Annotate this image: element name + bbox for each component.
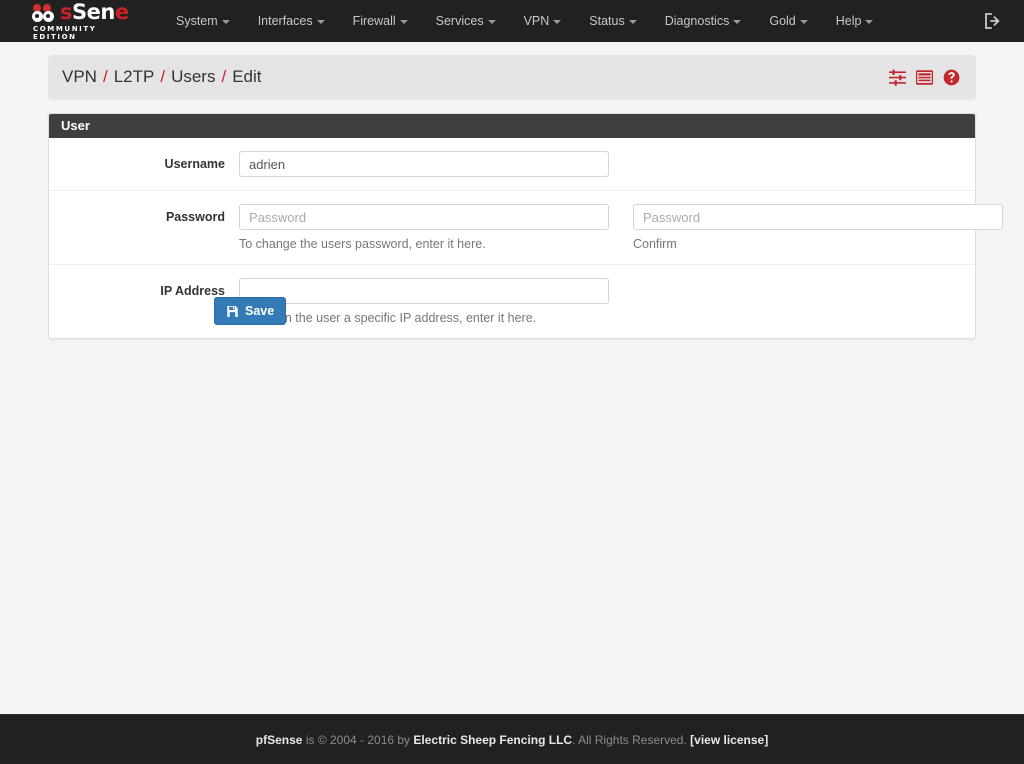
nav-label: Firewall xyxy=(352,14,396,28)
chevron-down-icon xyxy=(799,19,808,24)
chevron-down-icon xyxy=(865,19,874,24)
password-help-text: To change the users password, enter it h… xyxy=(239,237,486,251)
ipaddress-input[interactable] xyxy=(239,278,609,304)
brand-e: e xyxy=(114,0,129,24)
nav-item-firewall[interactable]: Firewall xyxy=(339,0,422,42)
nav-label: Services xyxy=(435,14,484,28)
top-navbar: sSene COMMUNITY EDITION System Interface… xyxy=(0,0,1024,42)
brand-subtitle: COMMUNITY EDITION xyxy=(33,24,97,41)
save-button-label: Save xyxy=(245,304,275,318)
pf-logo-mark xyxy=(32,3,58,23)
nav-label: VPN xyxy=(523,14,550,28)
nav-item-gold[interactable]: Gold xyxy=(755,0,821,42)
breadcrumb: VPN / L2TP / Users / Edit xyxy=(62,67,262,87)
username-field-col xyxy=(239,151,609,177)
nav-item-vpn[interactable]: VPN xyxy=(510,0,576,42)
save-button[interactable]: Save xyxy=(214,297,287,325)
breadcrumb-actions xyxy=(889,69,960,86)
user-panel: User Username Password To change the use… xyxy=(48,113,1003,339)
columns-icon[interactable] xyxy=(916,69,933,86)
footer-rights: . All Rights Reserved. xyxy=(572,732,691,747)
username-label: Username xyxy=(164,157,225,171)
brand-wordmark: sSene xyxy=(60,0,129,24)
form-actions: Save xyxy=(214,297,287,325)
nav-item-system[interactable]: System xyxy=(162,0,244,42)
nav-label: Diagnostics xyxy=(664,14,730,28)
username-fields xyxy=(239,151,975,177)
password-field-col: To change the users password, enter it h… xyxy=(239,204,609,251)
nav-label: Interfaces xyxy=(257,14,313,28)
ipaddress-label: IP Address xyxy=(160,284,225,298)
password-confirm-input[interactable] xyxy=(633,204,1003,230)
nav-label: Status xyxy=(589,14,625,28)
view-license-link[interactable]: view license xyxy=(694,733,764,747)
chevron-down-icon xyxy=(487,19,496,24)
chevron-down-icon xyxy=(399,19,408,24)
nav-item-status[interactable]: Status xyxy=(575,0,650,42)
ipaddress-help-text: To assign the user a specific IP address… xyxy=(239,311,537,325)
password-fields: To change the users password, enter it h… xyxy=(239,204,1009,251)
footer-company: Electric Sheep Fencing LLC xyxy=(413,732,573,747)
chevron-down-icon xyxy=(628,19,637,24)
nav-label: Gold xyxy=(769,14,796,28)
panel-title: User xyxy=(49,114,975,138)
help-circle-icon[interactable] xyxy=(943,69,960,86)
footer-copyright: pfSense is © 2004 - 2016 by Electric She… xyxy=(256,733,768,747)
ipaddress-fields: To assign the user a specific IP address… xyxy=(239,278,975,325)
chevron-down-icon xyxy=(316,19,325,24)
breadcrumb-item-users[interactable]: Users xyxy=(171,67,215,87)
password-label: Password xyxy=(165,210,225,224)
chevron-down-icon xyxy=(221,19,230,24)
brand-en: Sen xyxy=(72,0,115,24)
breadcrumb-separator: / xyxy=(102,67,108,86)
nav-label: System xyxy=(176,14,218,28)
ipaddress-field-col: To assign the user a specific IP address… xyxy=(239,278,609,325)
footer-bracket-close: ] xyxy=(764,732,769,747)
breadcrumb-separator: / xyxy=(221,67,227,86)
floppy-disk-icon xyxy=(227,305,238,317)
page-footer: pfSense is © 2004 - 2016 by Electric She… xyxy=(0,714,1024,764)
nav-item-help[interactable]: Help xyxy=(822,0,888,42)
footer-brand: pfSense xyxy=(255,732,303,747)
sliders-icon[interactable] xyxy=(889,69,906,86)
username-input[interactable] xyxy=(239,151,609,177)
footer-mid: is © 2004 - 2016 by xyxy=(302,732,414,747)
password-confirm-help-text: Confirm xyxy=(633,237,677,251)
navbar-menu: System Interfaces Firewall Services VPN … xyxy=(162,0,887,42)
form-row-ipaddress: IP Address To assign the user a specific… xyxy=(49,265,975,338)
breadcrumb-item-l2tp[interactable]: L2TP xyxy=(114,67,155,87)
password-input[interactable] xyxy=(239,204,609,230)
navbar-right xyxy=(984,12,1002,30)
password-confirm-field-col: Confirm xyxy=(633,204,1003,251)
breadcrumb-separator: / xyxy=(160,67,166,86)
chevron-down-icon xyxy=(733,19,742,24)
breadcrumb-bar: VPN / L2TP / Users / Edit xyxy=(48,55,976,99)
nav-item-services[interactable]: Services xyxy=(422,0,510,42)
breadcrumb-item-edit: Edit xyxy=(232,67,262,86)
breadcrumb-item-vpn[interactable]: VPN xyxy=(62,67,97,87)
nav-label: Help xyxy=(835,14,862,28)
pfsense-logo[interactable]: sSene COMMUNITY EDITION xyxy=(32,0,140,41)
form-row-username: Username xyxy=(49,138,975,191)
nav-item-diagnostics[interactable]: Diagnostics xyxy=(651,0,756,42)
nav-item-interfaces[interactable]: Interfaces xyxy=(244,0,339,42)
chevron-down-icon xyxy=(553,19,562,24)
logout-icon[interactable] xyxy=(984,12,1002,30)
brand-s: s xyxy=(60,0,73,24)
form-row-password: Password To change the users password, e… xyxy=(49,191,1003,265)
